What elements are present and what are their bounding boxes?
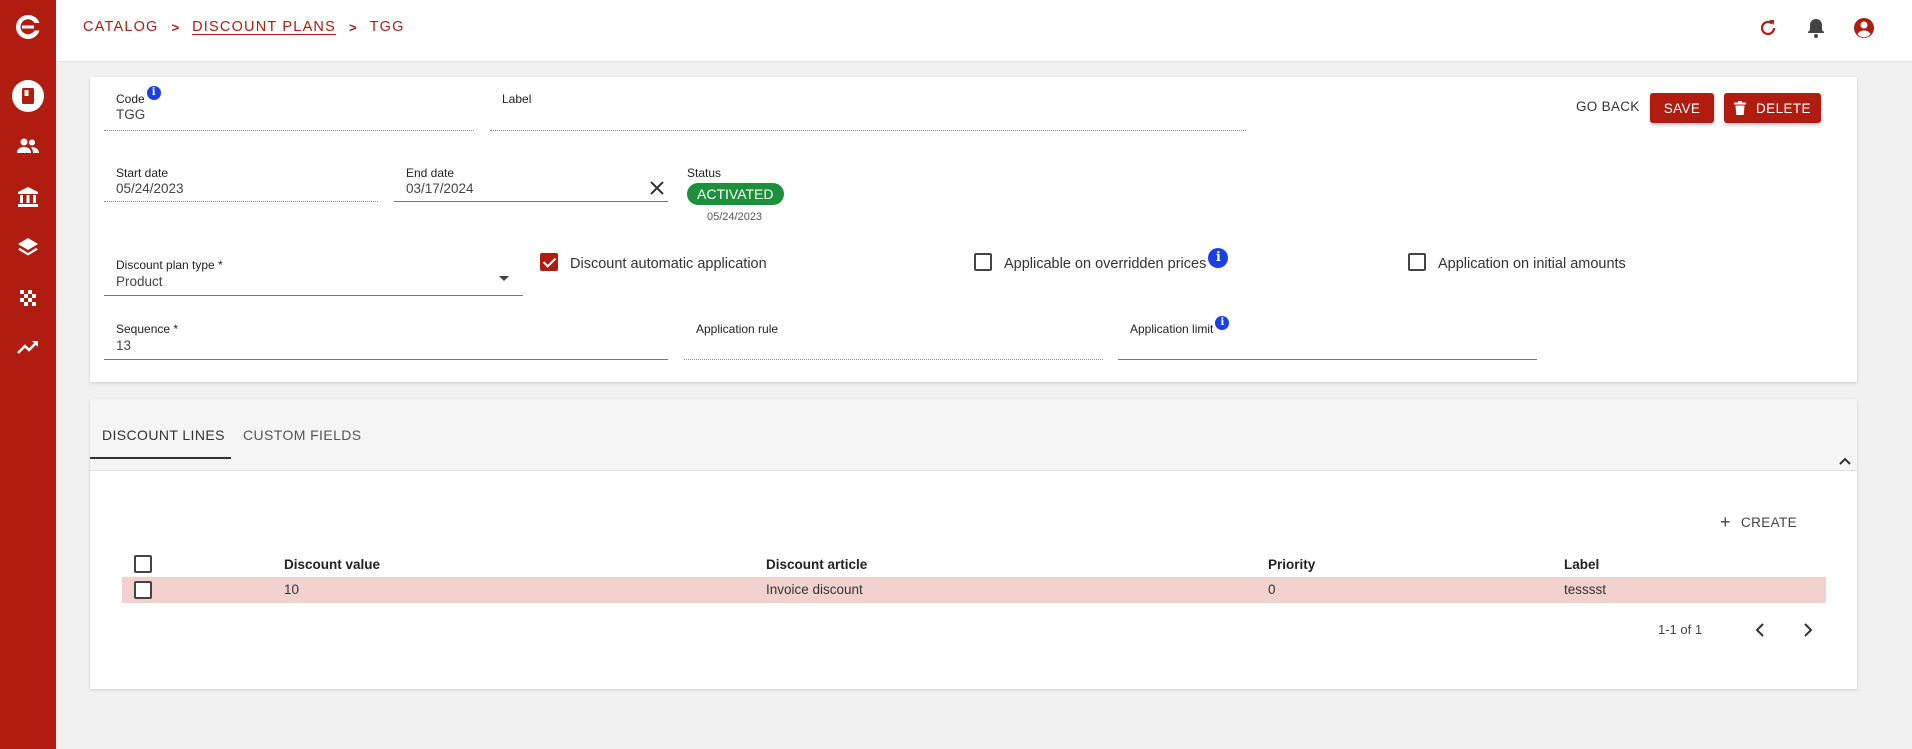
column-header-discount-value[interactable]: Discount value — [284, 557, 380, 572]
discount-lines-panel: DISCOUNT LINES CUSTOM FIELDS + CREATE Di… — [90, 399, 1857, 689]
start-date-label: Start date — [116, 166, 169, 180]
end-date-label: End date — [406, 166, 455, 180]
column-header-discount-article[interactable]: Discount article — [766, 557, 867, 572]
start-date-field[interactable]: Start date 05/24/2023 — [104, 165, 378, 202]
breadcrumb: CATALOG > DISCOUNT PLANS > TGG — [83, 19, 405, 35]
go-back-button[interactable]: GO BACK — [1576, 99, 1640, 114]
sidebar — [0, 0, 56, 749]
refresh-icon[interactable] — [1754, 14, 1782, 42]
end-date-field[interactable]: End date 03/17/2024 — [394, 165, 668, 202]
status-label: Status — [687, 166, 722, 180]
applicable-on-overridden-prices-checkbox[interactable] — [974, 253, 992, 271]
plus-icon: + — [1720, 512, 1731, 532]
pagination-info: 1-1 of 1 — [1658, 622, 1703, 637]
chevron-down-icon[interactable] — [499, 276, 509, 281]
discount-plan-form: Code i TGG Label GO BACK SAVE DELETE Star… — [90, 77, 1857, 382]
active-tab-indicator — [90, 457, 231, 459]
cell-discount-article: Invoice discount — [766, 582, 863, 597]
clear-date-icon[interactable] — [650, 181, 664, 195]
bell-icon[interactable] — [1802, 14, 1830, 42]
application-rule-field[interactable]: Application rule — [684, 322, 1103, 360]
code-value: TGG — [116, 107, 146, 122]
breadcrumb-catalog[interactable]: CATALOG — [83, 19, 159, 35]
discount-plan-type-select[interactable]: Discount plan type * Product — [104, 256, 523, 296]
cell-discount-value: 10 — [284, 582, 300, 597]
sequence-label: Sequence * — [116, 322, 179, 336]
select-all-checkbox[interactable] — [134, 555, 152, 573]
end-date-value: 03/17/2024 — [406, 181, 474, 196]
delete-button[interactable]: DELETE — [1724, 93, 1821, 123]
account-circle-icon[interactable] — [1850, 14, 1878, 42]
tab-discount-lines[interactable]: DISCOUNT LINES — [102, 427, 225, 443]
application-limit-field[interactable]: Application limit i — [1118, 316, 1537, 360]
breadcrumb-discount-plans[interactable]: DISCOUNT PLANS — [192, 19, 336, 35]
application-on-initial-amounts-label[interactable]: Application on initial amounts — [1438, 256, 1626, 272]
trash-icon — [1734, 101, 1747, 115]
code-info-icon[interactable]: i — [146, 86, 161, 100]
discount-automatic-application-checkbox[interactable] — [540, 253, 558, 271]
cell-priority: 0 — [1268, 582, 1276, 597]
sequence-field[interactable]: Sequence * 13 — [104, 322, 668, 360]
top-header: CATALOG > DISCOUNT PLANS > TGG — [56, 0, 1912, 62]
code-label: Code — [116, 92, 145, 106]
discount-plan-type-label: Discount plan type * — [116, 258, 223, 272]
delete-label: DELETE — [1756, 100, 1811, 116]
grid-dots-icon[interactable] — [8, 278, 48, 318]
bank-icon[interactable] — [8, 177, 48, 217]
tab-custom-fields[interactable]: CUSTOM FIELDS — [243, 427, 362, 443]
breadcrumb-separator: > — [348, 19, 357, 35]
trending-up-icon[interactable] — [8, 327, 48, 367]
discount-automatic-application-label[interactable]: Discount automatic application — [570, 256, 767, 272]
breadcrumb-separator: > — [171, 19, 180, 35]
column-header-label[interactable]: Label — [1564, 557, 1599, 572]
save-button[interactable]: SAVE — [1650, 93, 1714, 123]
overridden-prices-info-icon[interactable]: i — [1208, 248, 1229, 268]
application-limit-label: Application limit — [1130, 322, 1214, 336]
layers-icon[interactable] — [8, 227, 48, 267]
label-field-label: Label — [502, 92, 532, 106]
applicable-on-overridden-prices-label[interactable]: Applicable on overridden prices — [1004, 256, 1206, 272]
column-header-priority[interactable]: Priority — [1268, 557, 1315, 572]
create-label: CREATE — [1740, 515, 1798, 530]
code-field[interactable]: Code i TGG — [104, 86, 474, 131]
cell-label: tesssst — [1564, 582, 1607, 597]
create-button[interactable]: + CREATE — [1720, 512, 1797, 533]
label-field[interactable]: Label — [490, 89, 1246, 131]
row-select-checkbox[interactable] — [134, 581, 152, 599]
status-badge: ACTIVATED — [687, 183, 784, 205]
book-icon[interactable] — [8, 76, 48, 116]
tab-bar: DISCOUNT LINES CUSTOM FIELDS — [90, 399, 1857, 471]
application-limit-info-icon[interactable]: i — [1215, 316, 1230, 330]
status-date: 05/24/2023 — [707, 211, 763, 223]
next-page-icon[interactable] — [1798, 620, 1818, 640]
chevron-up-icon[interactable] — [1837, 453, 1853, 469]
save-label: SAVE — [1663, 100, 1701, 116]
sequence-value: 13 — [116, 338, 132, 353]
app-logo-icon[interactable] — [8, 7, 48, 47]
previous-page-icon[interactable] — [1750, 620, 1770, 640]
start-date-value: 05/24/2023 — [116, 181, 184, 196]
discount-plan-type-value: Product — [116, 274, 163, 289]
application-rule-label: Application rule — [696, 322, 779, 336]
breadcrumb-current: TGG — [369, 19, 405, 35]
application-on-initial-amounts-checkbox[interactable] — [1408, 253, 1426, 271]
users-icon[interactable] — [8, 126, 48, 166]
